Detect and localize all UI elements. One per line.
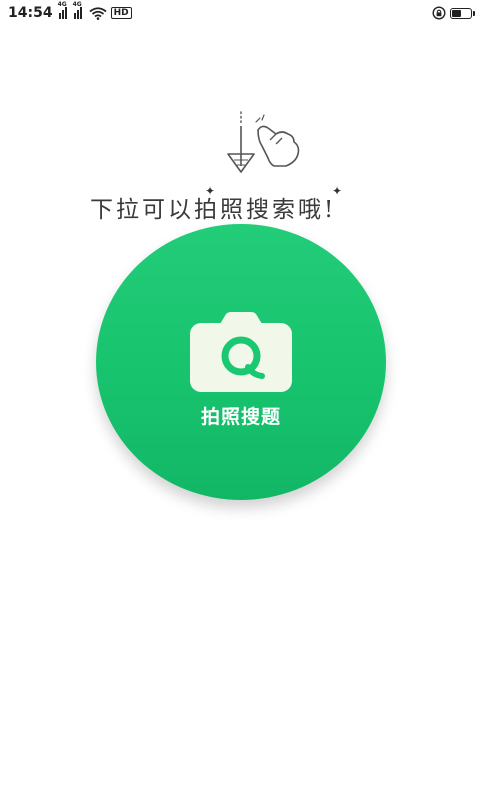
pull-down-hint-text: 下拉可以拍照搜索哦! <box>90 197 337 223</box>
status-time: 14:54 <box>8 5 53 21</box>
photo-search-label: 拍照搜题 <box>200 406 281 428</box>
hd-badge: HD <box>110 7 132 19</box>
signal-network-label-2: 4G <box>72 1 82 8</box>
signal-icon: 4G <box>58 1 70 19</box>
wifi-icon <box>89 6 107 20</box>
camera-search-icon <box>190 312 292 392</box>
status-left: 14:54 4G 4G HD <box>8 1 132 21</box>
signal-network-label: 4G <box>57 1 67 8</box>
app-screen: 14:54 4G 4G HD ✦ ✦ 下拉可以拍照搜索哦! 拍照搜题 <box>0 0 480 800</box>
status-bar: 14:54 4G 4G HD <box>0 0 480 26</box>
pull-down-hand-icon <box>227 111 300 173</box>
photo-search-button[interactable]: 拍照搜题 <box>96 224 386 500</box>
battery-icon <box>450 7 475 19</box>
battery-level <box>452 9 461 17</box>
status-right <box>432 6 475 20</box>
signal-icon-2: 4G <box>73 1 85 19</box>
rotation-lock-icon <box>432 6 446 20</box>
